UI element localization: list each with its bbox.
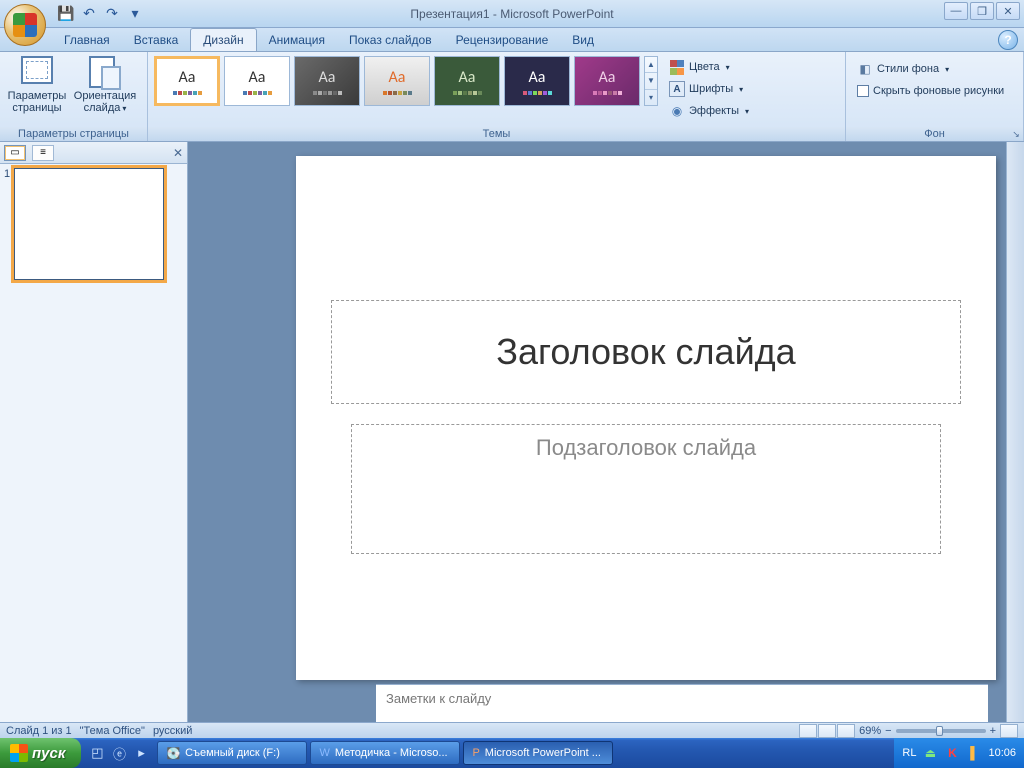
notes-pane[interactable]: Заметки к слайду bbox=[376, 684, 988, 722]
title-bar: 💾 ↶ ↷ ▾ Презентация1 - Microsoft PowerPo… bbox=[0, 0, 1024, 28]
group-bg-label: Фон↘ bbox=[846, 127, 1023, 141]
vertical-scrollbar[interactable] bbox=[1006, 142, 1024, 722]
colors-button[interactable]: Цвета▾ bbox=[666, 56, 752, 78]
view-buttons bbox=[799, 724, 855, 738]
show-desktop-icon[interactable]: ◰ bbox=[87, 742, 107, 764]
slide-number: 1 bbox=[4, 168, 10, 280]
theme-options: Цвета▾ A Шрифты▾ ◉ Эффекты▾ bbox=[662, 54, 756, 124]
theme-scroll-down-icon[interactable]: ▼ bbox=[645, 73, 657, 89]
taskbar-item-word[interactable]: WМетодичка - Microso... bbox=[310, 741, 460, 765]
taskbar-item-explorer[interactable]: 💽Съемный диск (F:) bbox=[157, 741, 307, 765]
theme-7[interactable]: Aa bbox=[574, 56, 640, 106]
drive-icon: 💽 bbox=[166, 747, 180, 760]
tab-view[interactable]: Вид bbox=[560, 28, 606, 51]
system-tray: RL ⏏ K ▌ 10:06 bbox=[894, 738, 1024, 768]
effects-button[interactable]: ◉ Эффекты▾ bbox=[666, 100, 752, 122]
group-themes: Aa Aa Aa Aa Aa bbox=[148, 52, 846, 141]
tab-design[interactable]: Дизайн bbox=[190, 28, 256, 51]
media-icon[interactable]: ▸ bbox=[131, 742, 151, 764]
minimize-button[interactable]: — bbox=[944, 2, 968, 20]
theme-2[interactable]: Aa bbox=[224, 56, 290, 106]
page-setup-button[interactable]: Параметры страницы bbox=[4, 54, 70, 114]
theme-6[interactable]: Aa bbox=[504, 56, 570, 106]
fonts-button[interactable]: A Шрифты▾ bbox=[666, 78, 752, 100]
windows-taskbar: пуск ◰ ⓔ ▸ 💽Съемный диск (F:) WМетодичка… bbox=[0, 738, 1024, 768]
office-button[interactable] bbox=[4, 4, 46, 46]
theme-gallery[interactable]: Aa Aa Aa Aa Aa bbox=[152, 54, 660, 108]
zoom-out-icon[interactable]: − bbox=[885, 725, 891, 737]
slide-canvas-area[interactable]: Заголовок слайда Подзаголовок слайда Зам… bbox=[188, 142, 1006, 722]
subtitle-placeholder[interactable]: Подзаголовок слайда bbox=[351, 424, 941, 554]
slide-orientation-button[interactable]: Ориентация слайда▾ bbox=[72, 54, 138, 114]
sorter-view-icon[interactable] bbox=[818, 724, 836, 738]
group-page-setup: Параметры страницы Ориентация слайда▾ Па… bbox=[0, 52, 148, 141]
status-language: русский bbox=[153, 725, 192, 737]
fonts-icon: A bbox=[669, 81, 685, 97]
ribbon: Параметры страницы Ориентация слайда▾ Па… bbox=[0, 52, 1024, 142]
help-icon[interactable]: ? bbox=[998, 30, 1018, 50]
title-placeholder[interactable]: Заголовок слайда bbox=[331, 300, 961, 404]
workspace: ▭ ≡ ✕ 1 Заголовок слайда Подзаголовок сл… bbox=[0, 142, 1024, 722]
slides-tab-icon[interactable]: ▭ bbox=[4, 145, 26, 161]
theme-gallery-scroll[interactable]: ▲ ▼ ▾ bbox=[644, 56, 658, 106]
status-bar: Слайд 1 из 1 "Тема Office" русский 69% −… bbox=[0, 722, 1024, 738]
close-button[interactable]: ✕ bbox=[996, 2, 1020, 20]
hide-background-checkbox[interactable]: Скрыть фоновые рисунки bbox=[854, 80, 1007, 102]
dialog-launcher-icon[interactable]: ↘ bbox=[1011, 129, 1021, 139]
page-setup-label: Параметры страницы bbox=[6, 90, 68, 114]
checkbox-icon bbox=[857, 85, 869, 97]
quick-launch: ◰ ⓔ ▸ bbox=[81, 742, 157, 764]
window-controls: — ❐ ✕ bbox=[944, 2, 1020, 20]
theme-more-icon[interactable]: ▾ bbox=[645, 90, 657, 105]
bg-styles-icon: ◧ bbox=[857, 61, 873, 77]
zoom-level[interactable]: 69% bbox=[859, 725, 881, 737]
normal-view-icon[interactable] bbox=[799, 724, 817, 738]
theme-scroll-up-icon[interactable]: ▲ bbox=[645, 57, 657, 73]
tab-insert[interactable]: Вставка bbox=[122, 28, 191, 51]
zoom-in-icon[interactable]: + bbox=[990, 725, 996, 737]
colors-icon bbox=[669, 59, 685, 75]
ie-icon[interactable]: ⓔ bbox=[109, 742, 129, 764]
window-title: Презентация1 - Microsoft PowerPoint bbox=[0, 7, 1024, 21]
status-slide: Слайд 1 из 1 bbox=[6, 725, 72, 737]
theme-office[interactable]: Aa bbox=[154, 56, 220, 106]
theme-4[interactable]: Aa bbox=[364, 56, 430, 106]
word-icon: W bbox=[319, 747, 329, 759]
slides-panel: ▭ ≡ ✕ 1 bbox=[0, 142, 188, 722]
orientation-label: Ориентация слайда▾ bbox=[74, 90, 136, 114]
powerpoint-icon: P bbox=[472, 747, 479, 759]
tab-slideshow[interactable]: Показ слайдов bbox=[337, 28, 444, 51]
tray-kaspersky-icon[interactable]: K bbox=[944, 745, 960, 761]
input-language[interactable]: RL bbox=[902, 747, 916, 759]
group-themes-label: Темы bbox=[148, 127, 845, 141]
zoom-knob[interactable] bbox=[936, 726, 943, 736]
theme-3[interactable]: Aa bbox=[294, 56, 360, 106]
tab-animation[interactable]: Анимация bbox=[257, 28, 337, 51]
slideshow-view-icon[interactable] bbox=[837, 724, 855, 738]
group-page-label: Параметры страницы bbox=[0, 127, 147, 141]
panel-tabs: ▭ ≡ ✕ bbox=[0, 142, 187, 164]
fit-view-icon[interactable] bbox=[1000, 724, 1018, 738]
taskbar-item-powerpoint[interactable]: PMicrosoft PowerPoint ... bbox=[463, 741, 613, 765]
tab-home[interactable]: Главная bbox=[52, 28, 122, 51]
slide-thumbnail-1[interactable]: 1 bbox=[4, 168, 183, 280]
effects-icon: ◉ bbox=[669, 103, 685, 119]
start-button[interactable]: пуск bbox=[0, 738, 81, 768]
ribbon-tabs: Главная Вставка Дизайн Анимация Показ сл… bbox=[0, 28, 1024, 52]
tray-app-icon[interactable]: ▌ bbox=[966, 745, 982, 761]
tray-clock[interactable]: 10:06 bbox=[988, 747, 1016, 759]
status-theme: "Тема Office" bbox=[80, 725, 145, 737]
group-background: ◧ Стили фона▾ Скрыть фоновые рисунки Фон… bbox=[846, 52, 1024, 141]
tab-review[interactable]: Рецензирование bbox=[444, 28, 561, 51]
restore-button[interactable]: ❐ bbox=[970, 2, 994, 20]
background-styles-button[interactable]: ◧ Стили фона▾ bbox=[854, 58, 1007, 80]
tray-safely-remove-icon[interactable]: ⏏ bbox=[922, 745, 938, 761]
panel-close-icon[interactable]: ✕ bbox=[173, 146, 183, 160]
slide-thumb-image bbox=[14, 168, 164, 280]
zoom-slider[interactable] bbox=[896, 729, 986, 733]
slide-canvas[interactable]: Заголовок слайда Подзаголовок слайда bbox=[296, 156, 996, 680]
slide-thumbnails: 1 bbox=[0, 164, 187, 722]
outline-tab-icon[interactable]: ≡ bbox=[32, 145, 54, 161]
theme-5[interactable]: Aa bbox=[434, 56, 500, 106]
